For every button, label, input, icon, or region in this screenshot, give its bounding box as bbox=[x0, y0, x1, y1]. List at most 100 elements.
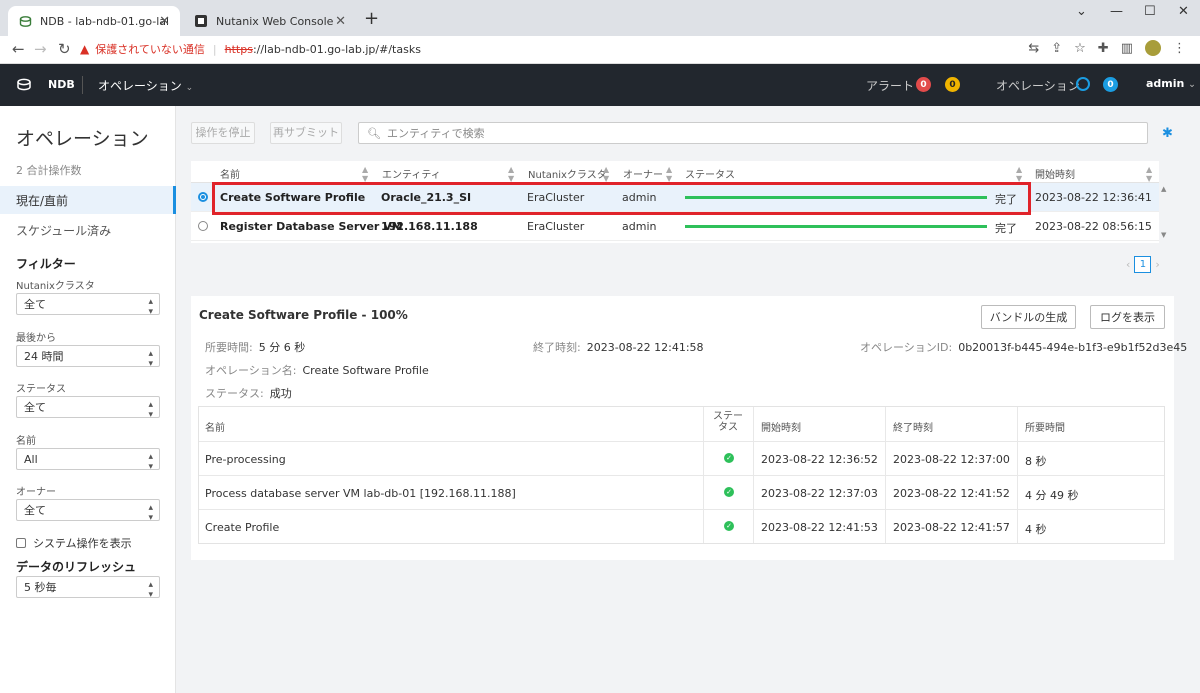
window-close-icon[interactable]: ✕ bbox=[1178, 4, 1189, 19]
resubmit-button[interactable]: 再サブミット bbox=[270, 122, 342, 144]
filter-value: 全て bbox=[24, 504, 46, 517]
entity-search-input[interactable]: 🔍︎ エンティティで検索 bbox=[358, 122, 1148, 144]
col-cluster[interactable]: Nutanixクラスタ bbox=[528, 166, 607, 181]
address-bar: ← → ↻ ▲ 保護されていない通信 | https ://lab-ndb-01… bbox=[0, 36, 1200, 64]
table-row[interactable]: Create Software Profile Oracle_21.3_SI E… bbox=[191, 183, 1159, 212]
operation-detail-panel: Create Software Profile - 100% バンドルの生成 ロ… bbox=[191, 296, 1187, 560]
translate-icon[interactable]: ⇆ bbox=[1028, 41, 1039, 56]
filter-select-since[interactable]: 24 時間 ▴ ▾ bbox=[16, 345, 160, 369]
url-scheme: https bbox=[224, 42, 253, 56]
filter-label-name: 名前 bbox=[16, 436, 36, 447]
col-status[interactable]: ステータス bbox=[685, 166, 735, 181]
select-arrow-icon: ▴ ▾ bbox=[148, 400, 153, 420]
checkbox-box[interactable] bbox=[16, 538, 26, 548]
status-value: 成功 bbox=[269, 387, 292, 400]
col-owner[interactable]: オーナー bbox=[623, 166, 663, 181]
cell-status: 完了 bbox=[995, 222, 1017, 235]
step-end: 2023-08-22 12:41:52 bbox=[893, 487, 1010, 500]
share-icon[interactable]: ⇪ bbox=[1051, 41, 1062, 56]
detail-title: Create Software Profile - 100% bbox=[199, 308, 408, 322]
sort-icon[interactable]: ▲ ▼ bbox=[603, 165, 609, 183]
sidebar-item-scheduled[interactable]: スケジュール済み bbox=[0, 216, 176, 244]
operations-label[interactable]: オペレーション bbox=[996, 77, 1080, 94]
sort-icon[interactable]: ▲ ▼ bbox=[362, 165, 368, 183]
step-duration: 8 秒 bbox=[1025, 455, 1047, 468]
success-check-icon: ✓ bbox=[724, 521, 734, 531]
main-menu-dropdown[interactable]: オペレーション ⌄ bbox=[98, 77, 193, 94]
step-end: 2023-08-22 12:37:00 bbox=[893, 453, 1010, 466]
main-menu-label: オペレーション bbox=[98, 79, 182, 93]
cell-status: 完了 bbox=[995, 193, 1017, 206]
user-menu[interactable]: admin ⌄ bbox=[1146, 77, 1196, 90]
refresh-select[interactable]: 5 秒毎 ▴ ▾ bbox=[16, 576, 160, 600]
filter-select-owner[interactable]: 全て ▴ ▾ bbox=[16, 499, 160, 523]
progress-fill bbox=[685, 196, 987, 199]
close-icon[interactable]: ✕ bbox=[159, 14, 170, 29]
prev-page-icon[interactable]: ‹ bbox=[1126, 258, 1130, 271]
ndb-header: NDB オペレーション ⌄ アラート 0 0 オペレーション 0 admin ⌄ bbox=[0, 64, 1200, 106]
page-number[interactable]: 1 bbox=[1134, 256, 1152, 273]
profile-avatar[interactable] bbox=[1145, 40, 1161, 56]
row-radio[interactable] bbox=[198, 192, 208, 202]
more-icon[interactable]: ⋮ bbox=[1173, 41, 1186, 56]
alerts-critical-badge[interactable]: 0 bbox=[916, 77, 931, 92]
sidepanel-icon[interactable]: ▥ bbox=[1121, 41, 1133, 56]
close-icon[interactable]: ✕ bbox=[335, 14, 346, 29]
new-tab-icon[interactable]: + bbox=[364, 8, 379, 29]
filter-select-status[interactable]: 全て ▴ ▾ bbox=[16, 396, 160, 420]
next-page-icon[interactable]: › bbox=[1155, 258, 1159, 271]
row-radio[interactable] bbox=[198, 221, 208, 231]
alerts-warning-badge[interactable]: 0 bbox=[945, 77, 960, 92]
table-row[interactable]: Register Database Server VM 192.168.11.1… bbox=[191, 212, 1159, 241]
back-icon[interactable]: ← bbox=[12, 40, 25, 58]
filter-label-owner: オーナー bbox=[16, 487, 56, 498]
reload-icon[interactable]: ↻ bbox=[58, 40, 71, 58]
step-duration: 4 分 49 秒 bbox=[1025, 489, 1079, 502]
col-name[interactable]: 名前 bbox=[220, 166, 240, 181]
star-icon[interactable]: ☆ bbox=[1074, 41, 1086, 56]
pagination: ‹ 1 › bbox=[1126, 256, 1160, 273]
cell-cluster: EraCluster bbox=[527, 220, 585, 233]
sort-icon[interactable]: ▲ ▼ bbox=[1016, 165, 1022, 183]
cell-owner: admin bbox=[622, 191, 657, 204]
col-entity[interactable]: エンティティ bbox=[382, 166, 441, 181]
extensions-icon[interactable]: ✚ bbox=[1098, 41, 1109, 56]
url-field[interactable]: ▲ 保護されていない通信 | https ://lab-ndb-01.go-la… bbox=[80, 38, 421, 60]
step-end: 2023-08-22 12:41:57 bbox=[893, 521, 1010, 534]
select-arrow-icon: ▴ ▾ bbox=[148, 297, 153, 317]
refresh-value: 5 秒毎 bbox=[24, 581, 57, 594]
user-name: admin bbox=[1146, 77, 1185, 90]
maximize-icon[interactable]: ☐ bbox=[1144, 4, 1156, 19]
gear-icon[interactable]: ✱ bbox=[1162, 126, 1173, 141]
scroll-down-icon[interactable]: ▼ bbox=[1161, 231, 1166, 239]
filter-value: 全て bbox=[24, 298, 46, 311]
show-system-checkbox[interactable]: システム操作を表示 bbox=[16, 535, 132, 551]
status-field: ステータス: 成功 bbox=[205, 385, 292, 401]
operations-badge[interactable]: 0 bbox=[1103, 77, 1118, 92]
alerts-label[interactable]: アラート bbox=[866, 77, 914, 94]
browser-tab-ndb[interactable]: NDB - lab-ndb-01.go-lab.jp - オペ ✕ bbox=[8, 6, 180, 36]
sidebar-item-current[interactable]: 現在/直前 bbox=[0, 186, 176, 214]
sort-icon[interactable]: ▲ ▼ bbox=[508, 165, 514, 183]
generate-bundle-button[interactable]: バンドルの生成 bbox=[981, 305, 1076, 329]
sort-icon[interactable]: ▲ ▼ bbox=[666, 165, 672, 183]
scroll-up-icon[interactable]: ▲ bbox=[1161, 185, 1166, 193]
select-arrow-icon: ▴ ▾ bbox=[148, 349, 153, 369]
col-start[interactable]: 開始時刻 bbox=[1035, 166, 1075, 181]
sort-icon[interactable]: ▲ ▼ bbox=[1146, 165, 1152, 183]
browser-tab-nutanix[interactable]: Nutanix Web Console ✕ bbox=[184, 6, 356, 36]
show-log-button[interactable]: ログを表示 bbox=[1090, 305, 1165, 329]
col-step-end: 終了時刻 bbox=[893, 423, 933, 434]
filter-value: All bbox=[24, 452, 38, 466]
table-row: Pre-processing ✓ 2023-08-22 12:36:52 202… bbox=[199, 442, 1164, 476]
minimize-icon[interactable]: — bbox=[1110, 4, 1123, 19]
stop-operation-button[interactable]: 操作を停止 bbox=[191, 122, 255, 144]
chevron-down-icon[interactable]: ⌄ bbox=[1076, 4, 1087, 19]
duration-value: 5 分 6 秒 bbox=[258, 341, 306, 354]
forward-icon[interactable]: → bbox=[34, 40, 47, 58]
step-name: Process database server VM lab-db-01 [19… bbox=[205, 487, 516, 500]
filter-select-name[interactable]: All ▴ ▾ bbox=[16, 448, 160, 472]
progress-bar bbox=[685, 225, 987, 228]
warning-icon: ▲ bbox=[80, 42, 90, 56]
filter-select-cluster[interactable]: 全て ▴ ▾ bbox=[16, 293, 160, 317]
